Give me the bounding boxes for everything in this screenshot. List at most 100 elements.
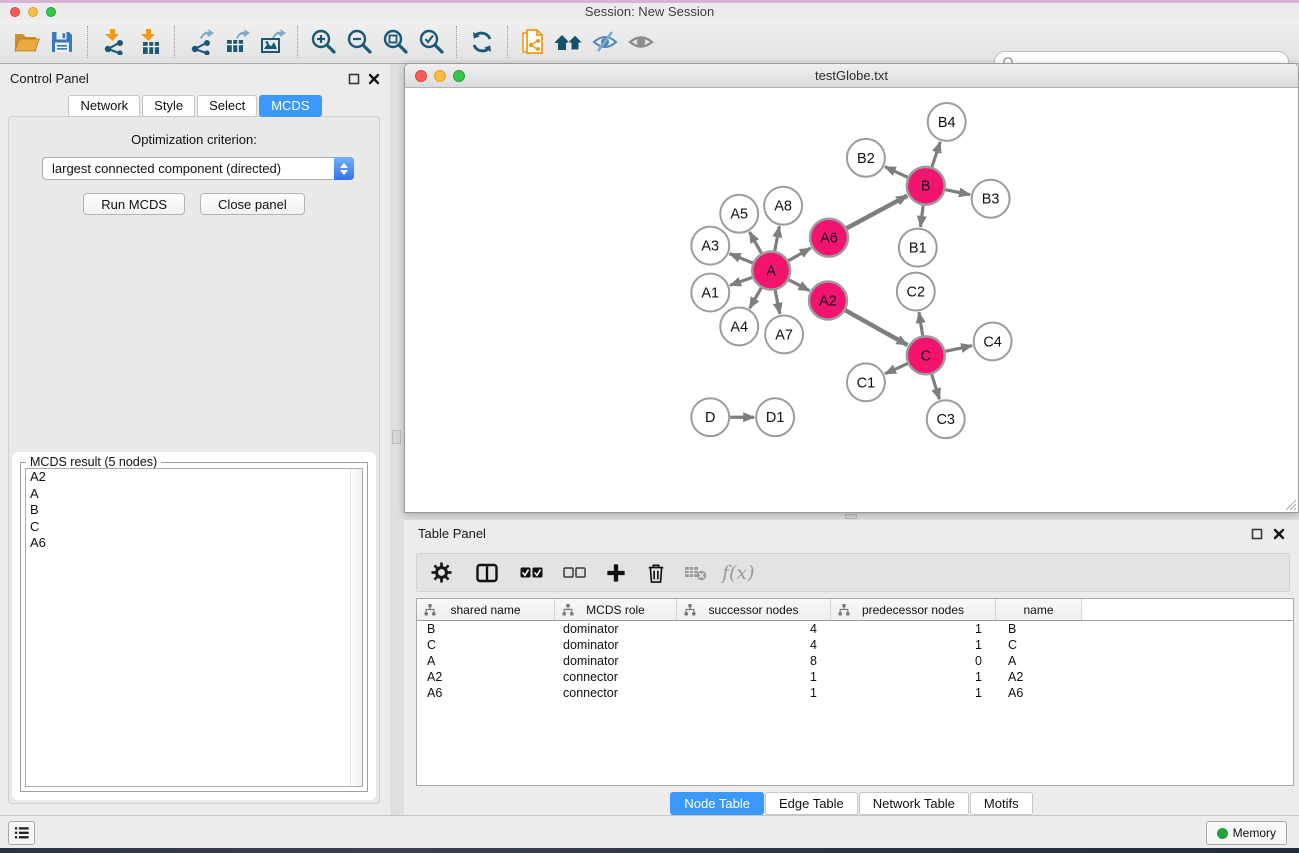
- plus-icon: [606, 563, 626, 583]
- edge-A-A2[interactable]: [789, 280, 810, 291]
- zoom-in-button[interactable]: [305, 25, 341, 59]
- edge-A-A3[interactable]: [730, 254, 753, 263]
- deselect-all-button[interactable]: [563, 567, 586, 578]
- tab-node-table[interactable]: Node Table: [670, 792, 764, 815]
- close-panel-button[interactable]: Close panel: [200, 193, 305, 215]
- edge-B-B2[interactable]: [885, 167, 908, 178]
- delete-column-button[interactable]: [646, 562, 666, 584]
- table-cell: 4: [677, 621, 831, 637]
- tab-style[interactable]: Style: [142, 95, 195, 117]
- function-builder-button[interactable]: f(x): [722, 562, 755, 584]
- table-settings-button[interactable]: [431, 562, 452, 583]
- select-all-button[interactable]: [520, 567, 543, 578]
- dropdown-stepper-icon: [334, 157, 354, 180]
- import-network-button[interactable]: [95, 25, 131, 59]
- zoom-out-button[interactable]: [341, 25, 377, 59]
- edge-B-B3[interactable]: [945, 190, 970, 195]
- tab-mcds[interactable]: MCDS: [259, 95, 321, 117]
- edge-C-C4[interactable]: [945, 346, 972, 352]
- show-eye-icon: [627, 29, 655, 55]
- float-panel-icon[interactable]: [348, 72, 360, 90]
- node-label-A7: A7: [775, 327, 793, 343]
- task-history-button[interactable]: [8, 821, 35, 845]
- mcds-result-list[interactable]: A2ABCA6: [25, 468, 363, 787]
- node-table[interactable]: shared name MCDS role successor nodes pr…: [416, 598, 1294, 786]
- save-session-button[interactable]: [44, 25, 80, 59]
- mcds-result-item[interactable]: A: [26, 486, 362, 503]
- close-table-panel-icon[interactable]: [1273, 527, 1285, 545]
- mcds-result-panel: MCDS result (5 nodes) A2ABCA6: [12, 452, 376, 800]
- mcds-result-item[interactable]: C: [26, 519, 362, 536]
- network-window-titlebar[interactable]: testGlobe.txt: [405, 64, 1298, 88]
- tab-network[interactable]: Network: [68, 95, 140, 117]
- mcds-result-item[interactable]: B: [26, 502, 362, 519]
- tab-network-table[interactable]: Network Table: [859, 792, 969, 815]
- network-canvas[interactable]: B4B2BB3A8A5A6A3B1AA1C2A2A4A7C4CC1C3DD1: [405, 89, 1298, 512]
- run-mcds-button[interactable]: Run MCDS: [83, 193, 185, 215]
- refresh-icon: [469, 29, 495, 55]
- node-label-A: A: [766, 264, 776, 280]
- mcds-result-item[interactable]: A2: [26, 469, 362, 486]
- zoom-window-button[interactable]: [46, 7, 56, 17]
- window-resize-grip[interactable]: [1284, 498, 1297, 511]
- close-window-button[interactable]: [10, 7, 20, 17]
- table-row[interactable]: Adominator80A: [417, 653, 1293, 669]
- edge-B-B1[interactable]: [920, 206, 923, 227]
- export-network-button[interactable]: [182, 25, 218, 59]
- close-panel-icon[interactable]: [368, 72, 380, 90]
- column-header-mcds-role[interactable]: MCDS role: [555, 599, 677, 620]
- column-header-name[interactable]: name: [996, 599, 1082, 620]
- table-row[interactable]: A2connector11A2: [417, 669, 1293, 685]
- column-header-shared-name[interactable]: shared name: [417, 599, 555, 620]
- delete-table-button[interactable]: [684, 564, 708, 582]
- show-column-button[interactable]: [476, 563, 498, 583]
- edge-A-A6[interactable]: [788, 248, 810, 261]
- export-network-icon: [187, 28, 214, 55]
- tab-edge-table[interactable]: Edge Table: [765, 792, 858, 815]
- network-graph[interactable]: B4B2BB3A8A5A6A3B1AA1C2A2A4A7C4CC1C3DD1: [405, 89, 1298, 512]
- vertical-splitter-handle[interactable]: [392, 430, 401, 444]
- table-cell: dominator: [555, 637, 677, 653]
- edge-A2-C[interactable]: [845, 310, 907, 345]
- edge-C-C3[interactable]: [932, 374, 940, 399]
- hide-selection-button[interactable]: [587, 25, 623, 59]
- tab-motifs[interactable]: Motifs: [970, 792, 1033, 815]
- open-file-button[interactable]: [8, 25, 44, 59]
- zoom-fit-icon: [382, 28, 409, 55]
- node-label-B4: B4: [938, 115, 956, 131]
- refresh-button[interactable]: [464, 25, 500, 59]
- zoom-selected-button[interactable]: [413, 25, 449, 59]
- new-network-from-selection-button[interactable]: [515, 25, 551, 59]
- mcds-result-item[interactable]: A6: [26, 535, 362, 552]
- show-all-button[interactable]: [623, 25, 659, 59]
- edge-A6-B[interactable]: [847, 196, 908, 229]
- edge-A-A1[interactable]: [730, 277, 752, 285]
- edge-C-C2[interactable]: [919, 312, 923, 335]
- minimize-window-button[interactable]: [28, 7, 38, 17]
- memory-button[interactable]: Memory: [1206, 821, 1287, 845]
- column-header-predecessor-nodes[interactable]: predecessor nodes: [831, 599, 996, 620]
- edge-B-B4[interactable]: [932, 142, 940, 167]
- scrollbar-track[interactable]: [350, 469, 362, 786]
- import-table-button[interactable]: [131, 25, 167, 59]
- table-cell: 1: [831, 685, 996, 701]
- edge-A-A8[interactable]: [775, 226, 780, 251]
- edge-C-C1[interactable]: [885, 364, 908, 374]
- export-table-button[interactable]: [218, 25, 254, 59]
- float-table-panel-icon[interactable]: [1251, 527, 1263, 545]
- table-row[interactable]: Cdominator41C: [417, 637, 1293, 653]
- table-cell: connector: [555, 669, 677, 685]
- first-neighbors-button[interactable]: [551, 25, 587, 59]
- edge-A-A4[interactable]: [750, 288, 762, 308]
- zoom-fit-button[interactable]: [377, 25, 413, 59]
- table-row[interactable]: Bdominator41B: [417, 621, 1293, 637]
- tab-select[interactable]: Select: [197, 95, 257, 117]
- criterion-dropdown[interactable]: largest connected component (directed): [42, 157, 354, 180]
- horizontal-splitter-handle[interactable]: [845, 514, 857, 519]
- column-header-successor-nodes[interactable]: successor nodes: [677, 599, 831, 620]
- edge-A-A5[interactable]: [749, 232, 761, 253]
- export-image-button[interactable]: [254, 25, 290, 59]
- add-column-button[interactable]: [606, 563, 626, 583]
- edge-A-A7[interactable]: [775, 290, 780, 314]
- table-row[interactable]: A6connector11A6: [417, 685, 1293, 701]
